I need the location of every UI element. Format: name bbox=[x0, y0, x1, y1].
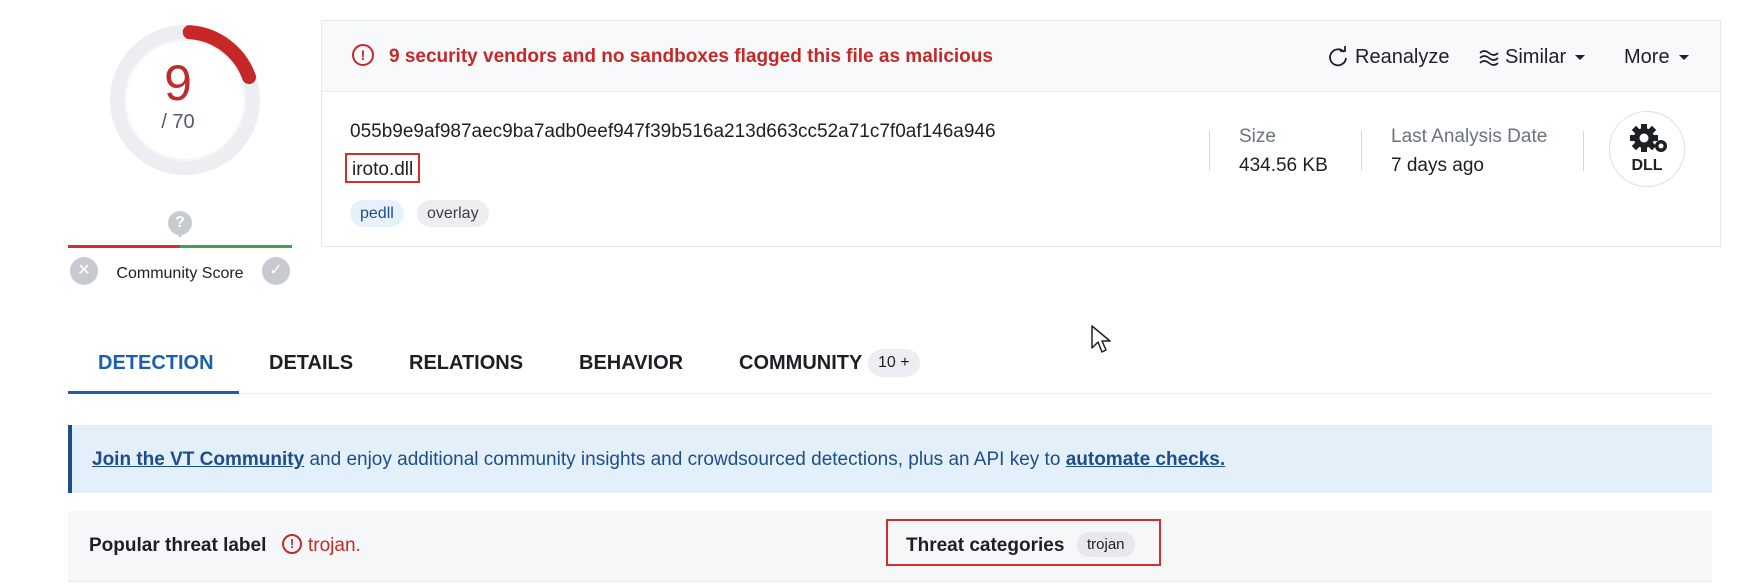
question-mark-icon: ? bbox=[168, 211, 192, 238]
more-dropdown[interactable]: More bbox=[1624, 46, 1689, 69]
tab-community[interactable]: COMMUNITY bbox=[739, 352, 862, 375]
threat-category-tag[interactable]: trojan bbox=[1077, 532, 1135, 557]
popular-threat-label-value[interactable]: trojan. bbox=[308, 535, 361, 557]
similar-dropdown[interactable]: Similar bbox=[1505, 46, 1586, 69]
popular-threat-label-title: Popular threat label bbox=[89, 535, 267, 556]
file-tag[interactable]: overlay bbox=[417, 200, 489, 227]
engine-total: / 70 bbox=[161, 111, 195, 133]
gear-icon bbox=[1630, 124, 1667, 152]
file-tag[interactable]: pedll bbox=[350, 200, 404, 227]
more-label: More bbox=[1624, 46, 1670, 68]
automate-checks-link[interactable]: automate checks. bbox=[1066, 449, 1225, 470]
file-type-icon bbox=[1609, 111, 1685, 187]
vote-malicious-button[interactable]: ✕ bbox=[70, 257, 98, 285]
chevron-down-icon bbox=[1575, 55, 1586, 61]
tab-relations[interactable]: RELATIONS bbox=[409, 352, 523, 375]
threat-categories-title: Threat categories bbox=[906, 535, 1065, 556]
divider bbox=[1583, 131, 1584, 171]
detection-alert-text: 9 security vendors and no sandboxes flag… bbox=[389, 46, 993, 67]
exclamation-circle-icon: ! bbox=[352, 44, 374, 66]
mouse-cursor-icon bbox=[1091, 325, 1111, 353]
tab-details[interactable]: DETAILS bbox=[269, 352, 353, 375]
tab-behavior[interactable]: BEHAVIOR bbox=[579, 352, 683, 375]
file-name: iroto.dll bbox=[345, 153, 421, 183]
divider bbox=[1361, 131, 1362, 171]
similar-label: Similar bbox=[1505, 46, 1567, 68]
active-tab-indicator bbox=[68, 391, 239, 394]
community-score-bar-positive bbox=[180, 245, 292, 248]
detection-count: 9 bbox=[164, 55, 192, 111]
banner-message: and enjoy additional community insights … bbox=[304, 449, 1066, 470]
chevron-down-icon bbox=[1678, 55, 1689, 61]
community-count-badge: 10 + bbox=[868, 349, 920, 377]
size-label: Size bbox=[1239, 126, 1276, 147]
similar-icon[interactable] bbox=[1478, 46, 1500, 68]
last-analysis-date-value: 7 days ago bbox=[1391, 155, 1484, 176]
last-analysis-date-label: Last Analysis Date bbox=[1391, 126, 1548, 147]
size-value: 434.56 KB bbox=[1239, 155, 1328, 176]
tab-detection[interactable]: DETECTION bbox=[98, 352, 214, 375]
join-community-link[interactable]: Join the VT Community bbox=[92, 449, 304, 470]
exclamation-circle-icon: ! bbox=[282, 534, 302, 554]
reanalyze-icon[interactable] bbox=[1327, 46, 1349, 68]
file-type-label: DLL bbox=[1631, 157, 1663, 174]
community-score-bar-negative bbox=[68, 245, 180, 248]
community-score-label: Community Score bbox=[116, 265, 244, 282]
tabs-divider bbox=[68, 393, 1712, 394]
reanalyze-button[interactable]: Reanalyze bbox=[1355, 46, 1450, 69]
divider bbox=[1209, 131, 1210, 171]
community-banner-text: Join the VT Community and enjoy addition… bbox=[92, 449, 1225, 471]
vote-harmless-button[interactable]: ✓ bbox=[262, 257, 290, 285]
file-hash[interactable]: 055b9e9af987aec9ba7adb0eef947f39b516a213… bbox=[350, 121, 996, 143]
